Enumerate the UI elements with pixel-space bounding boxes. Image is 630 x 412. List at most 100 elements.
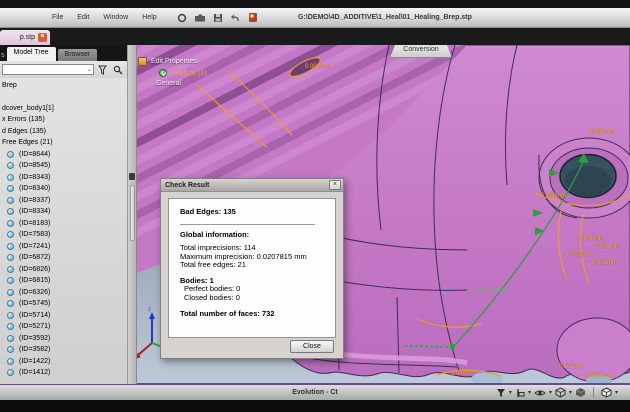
splitter-collapse-icon[interactable] xyxy=(129,173,135,180)
chevron-down-icon[interactable]: ▾ xyxy=(615,389,618,396)
session-log-icon[interactable] xyxy=(248,12,258,23)
measurement-annotation: 0.04mm xyxy=(451,371,473,377)
tree-item-id-8545[interactable]: (ID=8545) xyxy=(0,160,127,172)
search-icon xyxy=(113,65,123,75)
filter-icon xyxy=(98,65,107,75)
edge-node-icon xyxy=(7,312,14,319)
measurement-annotation: rec 0.08mm xyxy=(477,288,509,294)
pin-icon[interactable] xyxy=(515,388,525,398)
search-input[interactable]: ⌄ xyxy=(2,64,94,75)
tree-item-id-8340[interactable]: (ID=8340) xyxy=(0,183,127,195)
analyze-label[interactable]: Analyze (1) xyxy=(171,70,206,77)
edit-properties-icon[interactable] xyxy=(138,57,147,66)
filter-icon[interactable] xyxy=(496,388,506,398)
bad-edges-line: Bad Edges: 135 xyxy=(180,208,324,217)
splitter-handle[interactable] xyxy=(130,185,135,241)
measurement-annotation: z xyxy=(148,307,151,313)
measurement-annotation: 0.003mm xyxy=(567,252,592,258)
edge-node-icon xyxy=(7,346,14,353)
tree-item-free-edges[interactable]: Free Edges (21) xyxy=(0,137,127,149)
chevron-down-icon[interactable]: ▾ xyxy=(569,389,572,396)
tree-item-id-8343[interactable]: (ID=8343) xyxy=(0,172,127,184)
tab-overflow-label: s xyxy=(0,52,7,61)
undo-icon[interactable] xyxy=(230,13,241,23)
tree-item-id-6826[interactable]: (ID=6826) xyxy=(0,264,127,276)
tree-item-id-6815[interactable]: (ID=6815) xyxy=(0,275,127,287)
tree-item-id-5745[interactable]: (ID=5745) xyxy=(0,298,127,310)
tree-item-bad-edges[interactable]: d Edges (135) xyxy=(0,126,127,138)
model-tree-panel: s Model Tree Browser ⌄ Brep dcover_body1… xyxy=(0,45,128,384)
tree-item-id-3582[interactable]: (ID=3582) xyxy=(0,344,127,356)
edge-node-icon xyxy=(7,335,14,342)
tree-item-id-3592[interactable]: (ID=3592) xyxy=(0,333,127,345)
tree-item-id-6326[interactable]: (ID=6326) xyxy=(0,287,127,299)
chevron-down-icon[interactable]: ⌄ xyxy=(87,66,93,73)
edge-node-icon xyxy=(7,162,14,169)
edit-properties-overlay: Edit Properties Analyze (1) General xyxy=(138,57,206,90)
eye-icon[interactable] xyxy=(534,388,546,398)
render-mode-icon[interactable] xyxy=(555,387,566,398)
window-top-strip xyxy=(0,0,630,8)
menu-help[interactable]: Help xyxy=(142,14,156,21)
tab-browser[interactable]: Browser xyxy=(58,49,98,61)
tree-item-errors[interactable]: x Errors (135) xyxy=(0,114,127,126)
window-title: G:\DEMO\4D_ADDITIVE\1_Heal\01_Healing_Br… xyxy=(298,14,472,21)
toolbar-separator xyxy=(593,387,594,398)
tree-item-id-8644[interactable]: (ID=8644) xyxy=(0,149,127,161)
open-folder-icon[interactable] xyxy=(194,13,206,23)
edge-node-icon xyxy=(7,323,14,330)
dialog-title-bar[interactable]: Check Result × xyxy=(161,179,343,192)
general-label[interactable]: General xyxy=(156,80,181,87)
document-tab-bar: p.stp × xyxy=(0,28,630,45)
tree-item-id-1412[interactable]: (ID=1412) xyxy=(0,367,127,379)
document-tab[interactable]: p.stp × xyxy=(0,30,50,45)
close-button[interactable]: Close xyxy=(290,340,334,353)
tree-item-id-6872[interactable]: (ID=6872) xyxy=(0,252,127,264)
edge-node-icon xyxy=(7,369,14,376)
measurement-annotation: 0.003mm xyxy=(586,373,611,379)
options-icon[interactable] xyxy=(177,13,187,23)
search-button[interactable] xyxy=(111,63,124,76)
panel-splitter[interactable] xyxy=(128,45,137,384)
viewport-3d[interactable]: 0.001mm0.005mm0.008mm0.006mm0.005mm0.003… xyxy=(137,45,630,384)
menu-window[interactable]: Window xyxy=(103,14,128,21)
check-result-dialog: Check Result × Bad Edges: 135 Global inf… xyxy=(160,178,344,359)
tree-item-id-5271[interactable]: (ID=5271) xyxy=(0,321,127,333)
chevron-down-icon[interactable]: ▾ xyxy=(528,389,531,396)
tree-item-id-5714[interactable]: (ID=5714) xyxy=(0,310,127,322)
check-success-icon xyxy=(159,69,167,77)
tree-item-id-8183[interactable]: (ID=8183) xyxy=(0,218,127,230)
dialog-content: Bad Edges: 135 Global information: Total… xyxy=(168,198,336,338)
edit-properties-label[interactable]: Edit Properties xyxy=(151,58,197,65)
chevron-down-icon[interactable]: ▾ xyxy=(549,389,552,396)
tree-item-id-7583[interactable]: (ID=7583) xyxy=(0,229,127,241)
tree-item-body[interactable]: dcover_body1[1] xyxy=(0,103,127,115)
save-icon[interactable] xyxy=(213,13,223,23)
close-tab-icon[interactable]: × xyxy=(38,33,47,42)
measurement-annotation: 0.002mm xyxy=(592,260,617,266)
tree-search-row: ⌄ xyxy=(0,61,127,78)
tree-item-id-1422[interactable]: (ID=1422) xyxy=(0,356,127,368)
edge-node-icon xyxy=(7,151,14,158)
edge-node-icon xyxy=(7,208,14,215)
menu-edit[interactable]: Edit xyxy=(77,14,89,21)
document-tab-label: p.stp xyxy=(20,34,35,41)
tree-item-id-7241[interactable]: (ID=7241) xyxy=(0,241,127,253)
dialog-close-icon[interactable]: × xyxy=(329,180,341,190)
conversion-tab[interactable]: Conversion xyxy=(390,45,452,58)
view-cube-icon[interactable] xyxy=(601,387,612,398)
filter-button[interactable] xyxy=(96,63,109,76)
solid-cube-icon[interactable] xyxy=(575,387,586,398)
tree-item-root[interactable]: Brep xyxy=(0,80,127,92)
app-window: File Edit Window Help G:\DEMO\4D_ADDITIVE\1… xyxy=(0,0,630,412)
view-toolbar: ▾ ▾ ▾ ▾ ▾ xyxy=(496,387,630,398)
tree-item-id-8334[interactable]: (ID=8334) xyxy=(0,206,127,218)
menu-file[interactable]: File xyxy=(52,14,63,21)
edge-node-icon xyxy=(7,358,14,365)
tab-model-tree[interactable]: Model Tree xyxy=(7,47,56,61)
panel-tab-bar: s Model Tree Browser xyxy=(0,45,127,61)
tree-item-id-8337[interactable]: (ID=8337) xyxy=(0,195,127,207)
chevron-down-icon[interactable]: ▾ xyxy=(509,389,512,396)
measurement-annotation: 0.008mm xyxy=(541,193,566,199)
edge-node-icon xyxy=(7,266,14,273)
